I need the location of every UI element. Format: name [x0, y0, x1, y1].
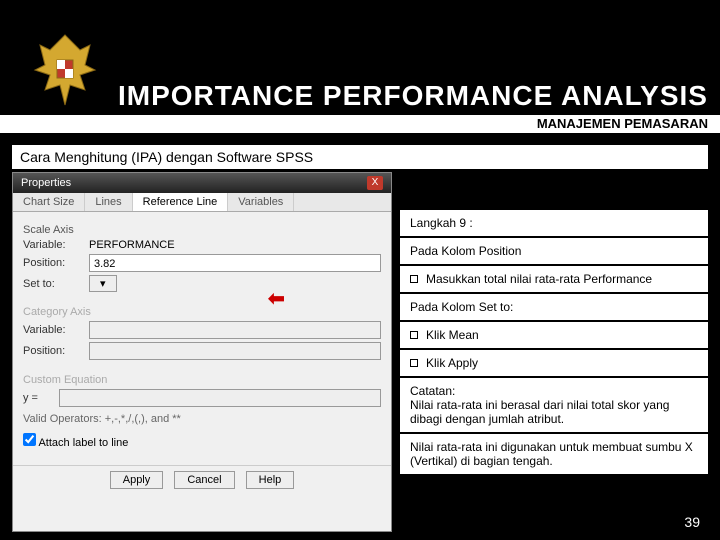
bullet-icon [410, 359, 418, 367]
attach-label-checkbox[interactable] [23, 433, 36, 446]
cat-variable-label: Variable: [23, 324, 83, 336]
valid-operators-text: Valid Operators: +,-,*,/,(,), and ** [23, 413, 381, 425]
section-title: Cara Menghitung (IPA) dengan Software SP… [12, 145, 708, 169]
main-title: IMPORTANCE PERFORMANCE ANALYSIS [118, 80, 708, 112]
note-block-2: Nilai rata-rata ini digunakan untuk memb… [400, 434, 708, 474]
help-button[interactable]: Help [246, 471, 295, 489]
arrow-icon: ⬅ [268, 286, 285, 311]
equation-input [59, 389, 381, 407]
tab-bar: Chart Size Lines Reference Line Variable… [13, 193, 391, 212]
cat-position-label: Position: [23, 345, 83, 357]
cat-position-input [89, 342, 381, 360]
tab-variables[interactable]: Variables [228, 193, 294, 211]
garuda-emblem [30, 30, 100, 110]
scale-axis-group: Scale Axis [23, 224, 381, 236]
setto-label: Set to: [23, 278, 83, 290]
step-label: Langkah 9 : [400, 210, 708, 236]
setto-item-1: Klik Mean [400, 322, 708, 348]
category-axis-group: Category Axis [23, 306, 381, 318]
setto-heading: Pada Kolom Set to: [400, 294, 708, 320]
position-label: Position: [23, 257, 83, 269]
attach-label-text: Attach label to line [38, 437, 128, 449]
y-equals-label: y = [23, 392, 53, 404]
apply-button[interactable]: Apply [110, 471, 164, 489]
note-block-1: Catatan: Nilai rata-rata ini berasal dar… [400, 378, 708, 432]
variable-value: PERFORMANCE [89, 239, 175, 251]
position-item: Masukkan total nilai rata-rata Performan… [400, 266, 708, 292]
variable-label: Variable: [23, 239, 83, 251]
position-heading: Pada Kolom Position [400, 238, 708, 264]
bullet-icon [410, 331, 418, 339]
close-icon[interactable]: X [367, 176, 383, 190]
setto-item-2: Klik Apply [400, 350, 708, 376]
subtitle-bar: MANAJEMEN PEMASARAN [0, 115, 720, 133]
page-number: 39 [684, 514, 700, 530]
tab-chart-size[interactable]: Chart Size [13, 193, 85, 211]
window-title: Properties [21, 177, 71, 189]
spss-properties-window: Properties X Chart Size Lines Reference … [12, 172, 392, 532]
position-input[interactable]: 3.82 [89, 254, 381, 272]
instructions-panel: Langkah 9 : Pada Kolom Position Masukkan… [400, 210, 708, 476]
bullet-icon [410, 275, 418, 283]
custom-eq-group: Custom Equation [23, 374, 381, 386]
tab-lines[interactable]: Lines [85, 193, 132, 211]
setto-button[interactable]: ▾ [89, 275, 117, 292]
tab-reference-line[interactable]: Reference Line [133, 193, 229, 211]
cancel-button[interactable]: Cancel [174, 471, 234, 489]
cat-variable-input [89, 321, 381, 339]
